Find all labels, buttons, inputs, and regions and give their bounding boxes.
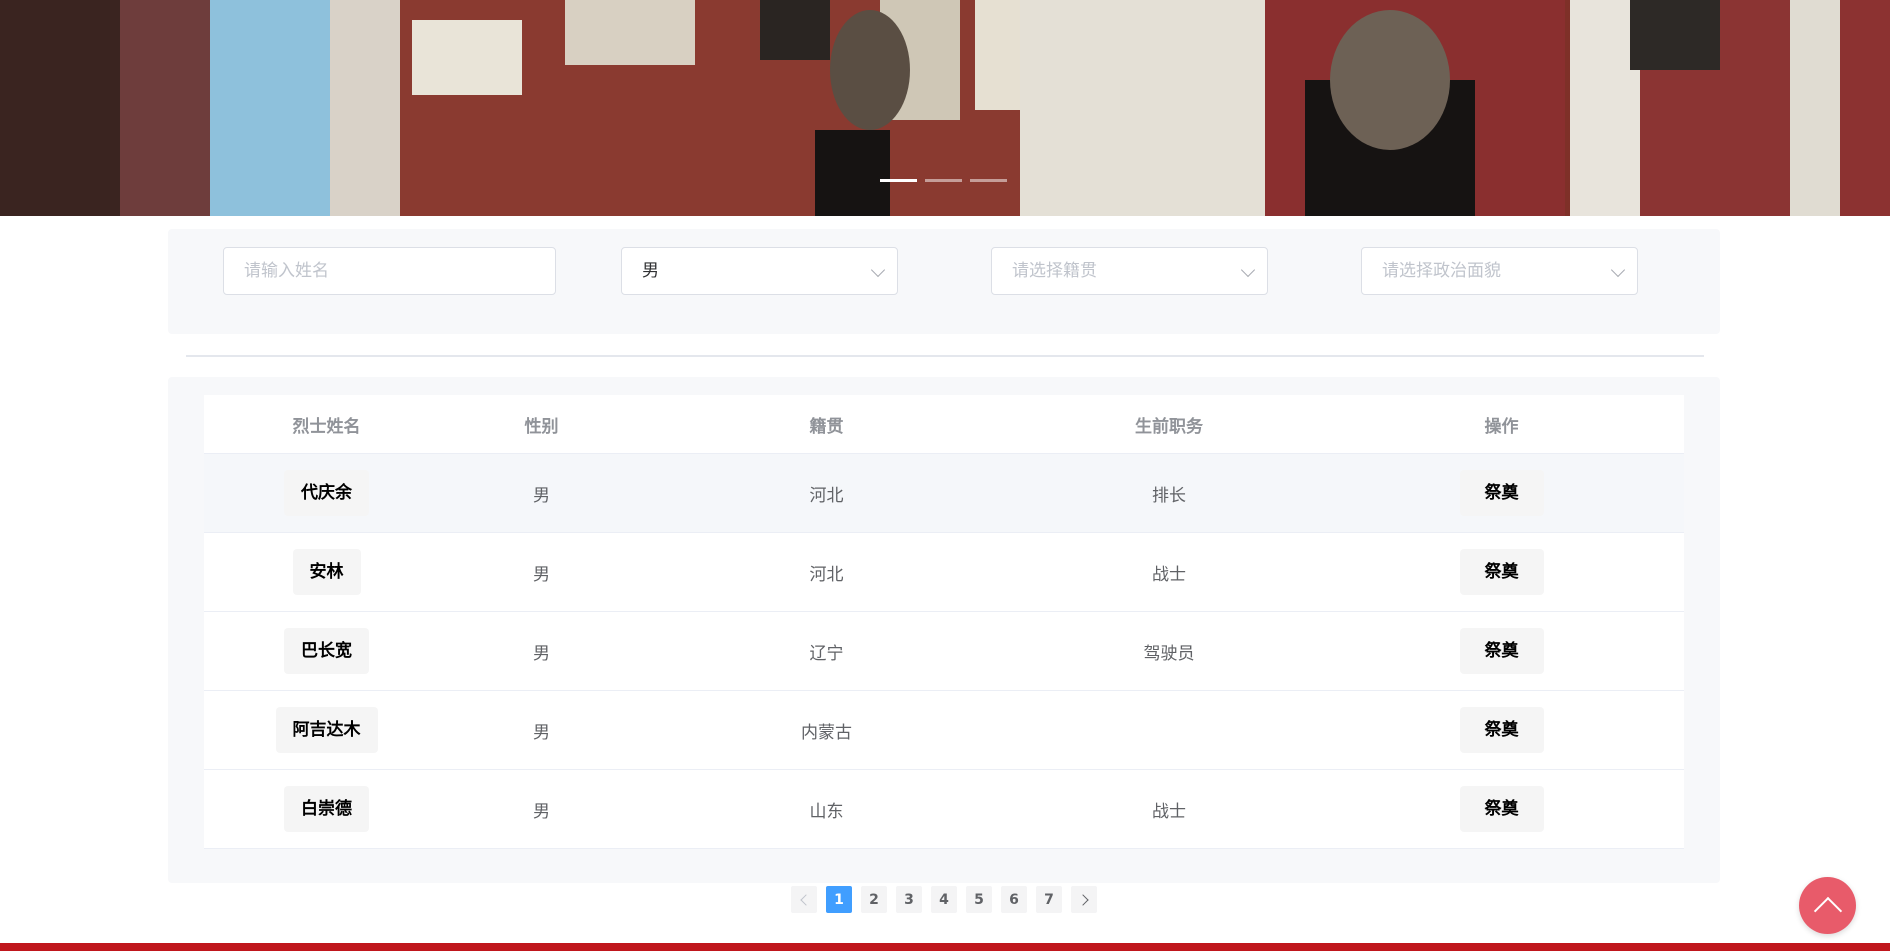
table-header: 烈士姓名 性别 籍贯 生前职务 操作 (204, 395, 1684, 454)
martyr-name-button[interactable]: 代庆余 (284, 470, 369, 516)
gender-select-value: 男 (642, 261, 659, 281)
page-button[interactable]: 7 (1036, 886, 1062, 913)
table-row[interactable]: 安林 男 河北 战士 祭奠 (204, 533, 1684, 612)
chevron-down-icon (1240, 262, 1256, 278)
banner-carousel[interactable] (0, 0, 1890, 216)
table-panel: 烈士姓名 性别 籍贯 生前职务 操作 代庆余 男 河北 排长 祭奠 安林 男 河… (168, 377, 1720, 883)
chevron-right-icon (1076, 893, 1089, 906)
divider (186, 355, 1704, 357)
martyr-name-button[interactable]: 白崇德 (284, 786, 369, 832)
martyr-name-button[interactable]: 安林 (292, 549, 361, 595)
origin-cell: 河北 (809, 485, 844, 506)
gender-select[interactable]: 男 (621, 247, 898, 295)
tribute-button[interactable]: 祭奠 (1459, 786, 1544, 832)
position-cell: 战士 (1152, 564, 1186, 585)
position-cell: 驾驶员 (1143, 643, 1195, 664)
page-button[interactable]: 3 (896, 886, 922, 913)
chevron-up-icon (1813, 896, 1842, 925)
position-cell: 战士 (1152, 801, 1186, 822)
origin-cell: 山东 (809, 801, 844, 822)
next-page-button[interactable] (1071, 886, 1097, 913)
gender-cell: 男 (533, 801, 550, 822)
origin-cell: 辽宁 (809, 643, 844, 664)
carousel-dot[interactable] (925, 179, 962, 182)
origin-select-placeholder: 请选择籍贯 (1012, 261, 1097, 281)
carousel-dot[interactable] (880, 179, 917, 182)
carousel-dot[interactable] (970, 179, 1007, 182)
page-button[interactable]: 2 (861, 886, 887, 913)
table-row[interactable]: 白崇德 男 山东 战士 祭奠 (204, 770, 1684, 849)
martyr-name-button[interactable]: 阿吉达木 (275, 707, 378, 753)
header-origin: 籍贯 (809, 416, 844, 437)
gender-cell: 男 (533, 643, 550, 664)
header-position: 生前职务 (1135, 416, 1203, 437)
table-row[interactable]: 巴长宽 男 辽宁 驾驶员 祭奠 (204, 612, 1684, 691)
chevron-down-icon (1610, 262, 1626, 278)
tribute-button[interactable]: 祭奠 (1459, 628, 1544, 674)
table-row[interactable]: 代庆余 男 河北 排长 祭奠 (204, 454, 1684, 533)
page-button[interactable]: 5 (966, 886, 992, 913)
origin-select[interactable]: 请选择籍贯 (991, 247, 1268, 295)
origin-cell: 河北 (809, 564, 844, 585)
chevron-down-icon (870, 262, 886, 278)
martyr-name-button[interactable]: 巴长宽 (284, 628, 369, 674)
tribute-button[interactable]: 祭奠 (1459, 549, 1544, 595)
header-action: 操作 (1484, 416, 1519, 437)
politics-select-placeholder: 请选择政治面貌 (1382, 261, 1501, 281)
page-button[interactable]: 4 (931, 886, 957, 913)
tribute-button[interactable]: 祭奠 (1459, 707, 1544, 753)
pagination: 1 2 3 4 5 6 7 (791, 886, 1097, 913)
header-gender: 性别 (524, 416, 559, 437)
page-button[interactable]: 1 (826, 886, 852, 913)
carousel-indicators (880, 179, 1007, 182)
gender-cell: 男 (533, 722, 550, 743)
page-button[interactable]: 6 (1001, 886, 1027, 913)
chevron-left-icon (799, 893, 812, 906)
banner-image (0, 0, 1890, 216)
footer-bar (0, 943, 1890, 951)
filter-panel: 请输入姓名 男 请选择籍贯 请选择政治面貌 (168, 229, 1720, 334)
header-name: 烈士姓名 (292, 416, 361, 437)
position-cell (1019, 691, 1319, 769)
back-to-top-button[interactable] (1799, 877, 1856, 934)
table-row[interactable]: 阿吉达木 男 内蒙古 祭奠 (204, 691, 1684, 770)
origin-cell: 内蒙古 (801, 722, 852, 743)
tribute-button[interactable]: 祭奠 (1459, 470, 1544, 516)
position-cell: 排长 (1152, 485, 1186, 506)
martyr-table: 烈士姓名 性别 籍贯 生前职务 操作 代庆余 男 河北 排长 祭奠 安林 男 河… (204, 395, 1684, 849)
name-input[interactable]: 请输入姓名 (223, 247, 556, 295)
gender-cell: 男 (533, 485, 550, 506)
gender-cell: 男 (533, 564, 550, 585)
prev-page-button[interactable] (791, 886, 817, 913)
politics-select[interactable]: 请选择政治面貌 (1361, 247, 1638, 295)
